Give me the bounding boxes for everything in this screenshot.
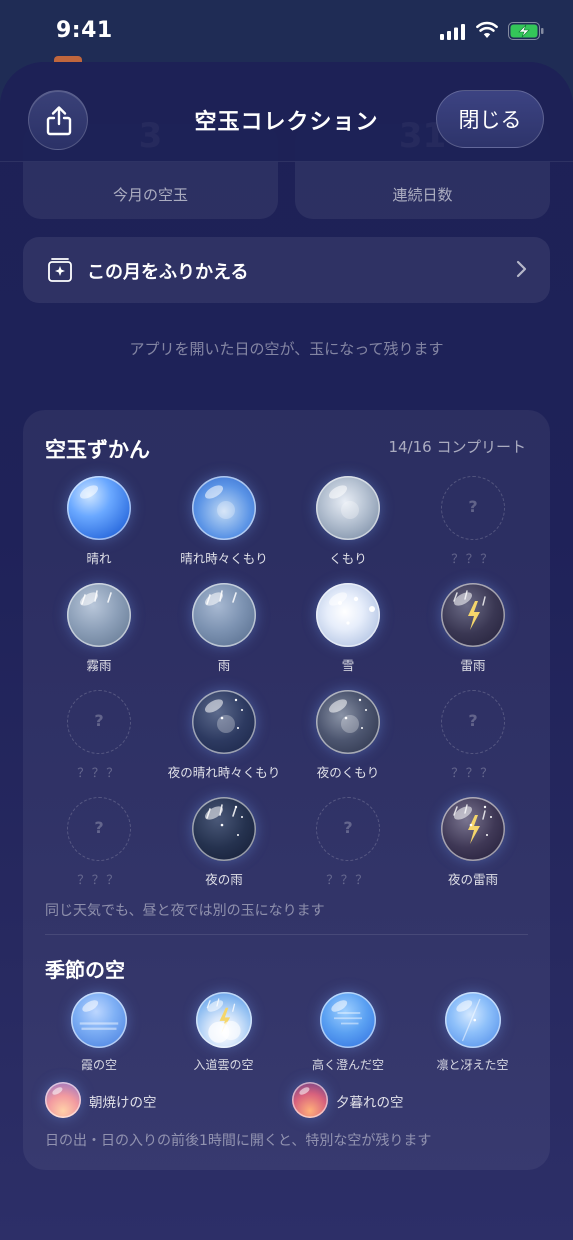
orb-image — [192, 583, 256, 647]
orb-name: 夜のくもり — [316, 765, 380, 780]
wifi-icon — [476, 21, 498, 38]
orb-name: ？？？ — [451, 551, 495, 566]
weather-orb-sunny-cloudy[interactable]: 晴れ時々くもり — [162, 476, 286, 582]
orb-name: ？？？ — [77, 765, 121, 780]
orb-name: 入道雲の空 — [193, 1058, 254, 1072]
weather-orb-thunder[interactable]: 雷雨 — [411, 583, 535, 689]
weather-orb-night-thunder[interactable]: 夜の雷雨 — [411, 797, 535, 903]
season-title: 季節の空 — [45, 958, 125, 982]
season-orb-dawn[interactable]: 朝焼けの空 — [45, 1082, 245, 1122]
weather-orb-rain[interactable]: 雨 — [162, 583, 286, 689]
orb-name: 夜の雨 — [205, 872, 243, 887]
weather-orb-drizzle[interactable]: 霧雨 — [37, 583, 161, 689]
orb-name: 晴れ — [86, 551, 112, 566]
question-mark: ? — [343, 818, 353, 837]
review-label: この月をふりかえる — [87, 262, 249, 283]
weather-orb-locked[interactable]: ? ？？？ — [286, 797, 410, 903]
orb-name: 霧雨 — [86, 658, 112, 673]
weather-orb-night-rain[interactable]: 夜の雨 — [162, 797, 286, 903]
locked-orb-placeholder: ? — [441, 476, 505, 540]
locked-orb-placeholder: ? — [316, 797, 380, 861]
orb-image — [67, 583, 131, 647]
orb-image — [444, 992, 501, 1048]
divider — [45, 934, 528, 935]
battery-charging-icon — [508, 22, 544, 40]
stat-label: 連続日数 — [392, 186, 453, 204]
orb-name: 雷雨 — [460, 658, 486, 673]
review-month-button[interactable]: この月をふりかえる — [23, 237, 550, 303]
orb-name: 凛と冴えた空 — [436, 1058, 509, 1072]
status-time: 9:41 — [56, 18, 113, 43]
locked-orb-placeholder: ? — [441, 690, 505, 754]
question-mark: ? — [468, 497, 478, 516]
weather-orb-locked[interactable]: ? ？？？ — [411, 690, 535, 796]
orb-name: 雪 — [341, 658, 355, 673]
stat-label: 今月の空玉 — [112, 186, 188, 204]
orb-image — [316, 476, 380, 540]
completion-count: 14/16 コンプリート — [388, 438, 526, 456]
season-orb-thunderhead[interactable]: 入道雲の空 — [162, 992, 286, 1078]
sheet-header: 空玉コレクション 閉じる — [0, 62, 573, 162]
weather-orb-night-cloudy[interactable]: 夜のくもり — [286, 690, 410, 796]
weather-orb-locked[interactable]: ? ？？？ — [37, 797, 161, 903]
orb-name: 朝焼けの空 — [89, 1095, 157, 1111]
weather-orb-snow[interactable]: 雪 — [286, 583, 410, 689]
explanation-note: アプリを開いた日の空が、玉になって残ります — [129, 340, 444, 358]
collection-sheet: 3 今月の空玉 31 連続日数 この月をふりかえる アプリを開いた日の空が、玉に… — [0, 62, 573, 1240]
cellular-signal-icon — [440, 24, 465, 40]
orb-name: 霞の空 — [80, 1058, 117, 1072]
orb-image — [316, 690, 380, 754]
orb-name: 夕暮れの空 — [336, 1095, 404, 1111]
season-orb-clear-high[interactable]: 高く澄んだ空 — [286, 992, 410, 1078]
orb-image — [71, 992, 127, 1048]
close-button[interactable]: 閉じる — [436, 90, 544, 148]
weather-orb-locked[interactable]: ? ？？？ — [411, 476, 535, 582]
weather-orb-sunny[interactable]: 晴れ — [37, 476, 161, 582]
orb-name: 晴れ時々くもり — [180, 551, 268, 566]
orb-image — [441, 583, 505, 647]
orb-image — [441, 797, 505, 861]
orb-image — [320, 992, 376, 1048]
orb-name: ？？？ — [77, 872, 121, 887]
season-orb-haze[interactable]: 霞の空 — [37, 992, 161, 1078]
day-night-note: 同じ天気でも、昼と夜では別の玉になります — [45, 903, 325, 919]
orb-image — [192, 797, 256, 861]
orb-image — [195, 992, 252, 1048]
orb-name: 夜の晴れ時々くもり — [167, 765, 281, 780]
question-mark: ? — [94, 818, 104, 837]
orb-name: 高く澄んだ空 — [311, 1058, 384, 1072]
weather-orb-night-sunny-cloudy[interactable]: 夜の晴れ時々くもり — [162, 690, 286, 796]
orb-image — [316, 583, 380, 647]
orb-image — [192, 476, 256, 540]
locked-orb-placeholder: ? — [67, 690, 131, 754]
status-bar: 9:41 — [0, 0, 573, 62]
orb-name: ？？？ — [326, 872, 370, 887]
collection-card: 空玉ずかん 14/16 コンプリート 晴れ 晴れ時々くもり くもり? ？？？ 霧雨 雨 雪 雷… — [23, 410, 550, 1170]
orb-name: くもり — [329, 551, 367, 566]
weather-orb-cloudy[interactable]: くもり — [286, 476, 410, 582]
collection-title: 空玉ずかん — [45, 438, 150, 462]
chevron-right-icon — [516, 260, 527, 278]
orb-image — [292, 1082, 328, 1118]
question-mark: ? — [468, 711, 478, 730]
sunrise-sunset-note: 日の出・日の入りの前後1時間に開くと、特別な空が残ります — [45, 1133, 432, 1149]
season-orb-dusk[interactable]: 夕暮れの空 — [292, 1082, 492, 1122]
orb-image — [192, 690, 256, 754]
season-orb-crisp[interactable]: 凛と冴えた空 — [411, 992, 535, 1078]
sparkle-calendar-icon — [48, 258, 72, 282]
orb-name: 夜の雷雨 — [447, 872, 498, 887]
question-mark: ? — [94, 711, 104, 730]
orb-image — [45, 1082, 81, 1118]
orb-name: ？？？ — [451, 765, 495, 780]
weather-orb-locked[interactable]: ? ？？？ — [37, 690, 161, 796]
locked-orb-placeholder: ? — [67, 797, 131, 861]
orb-image — [67, 476, 131, 540]
orb-name: 雨 — [217, 658, 231, 673]
